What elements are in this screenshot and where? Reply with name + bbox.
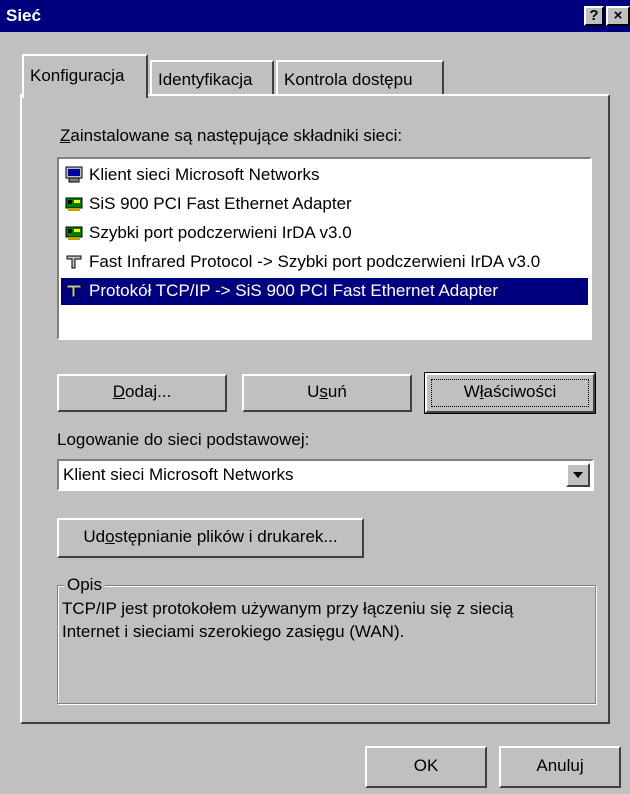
remove-button[interactable]: Usuń <box>242 374 412 412</box>
logon-select-value: Klient sieci Microsoft Networks <box>63 465 294 484</box>
description-line-2: Internet i sieciami szerokiego zasięgu (… <box>62 622 405 641</box>
components-label: Zainstalowane są następujące składniki s… <box>60 126 403 145</box>
network-adapter-icon <box>65 226 83 240</box>
list-item[interactable]: Protokół TCP/IP -> SiS 900 PCI Fast Ethe… <box>61 278 588 305</box>
tab-label: Identyfikacja <box>158 70 253 89</box>
list-item[interactable]: SiS 900 PCI Fast Ethernet Adapter <box>61 191 588 218</box>
description-title: Opis <box>64 575 105 595</box>
cancel-button[interactable]: Anuluj <box>499 746 621 788</box>
list-item-label: Fast Infrared Protocol -> Szybki port po… <box>89 252 541 271</box>
protocol-icon <box>66 255 82 269</box>
tab-konfiguracja[interactable]: Konfiguracja <box>22 54 148 98</box>
add-button[interactable]: Dodaj... <box>57 374 227 412</box>
close-icon: × <box>613 7 623 24</box>
dropdown-button[interactable] <box>566 463 590 487</box>
list-item[interactable]: Szybki port podczerwieni IrDA v3.0 <box>61 220 588 247</box>
protocol-icon <box>66 284 82 298</box>
list-item[interactable]: Fast Infrared Protocol -> Szybki port po… <box>61 249 588 276</box>
tab-kontrola-dostepu[interactable]: Kontrola dostępu <box>276 60 444 96</box>
close-button[interactable]: × <box>606 6 630 26</box>
list-item-label: Szybki port podczerwieni IrDA v3.0 <box>89 223 352 242</box>
help-button[interactable]: ? <box>584 6 604 26</box>
network-dialog: Sieć ? × Konfiguracja Identyfikacja Kont… <box>0 0 630 794</box>
tab-label: Konfiguracja <box>30 66 125 85</box>
title-bar: Sieć ? × <box>0 0 630 32</box>
logon-label: Logowanie do sieci podstawowej: <box>57 430 310 449</box>
list-item-label: SiS 900 PCI Fast Ethernet Adapter <box>89 194 352 213</box>
help-icon: ? <box>589 7 599 24</box>
tab-identyfikacja[interactable]: Identyfikacja <box>150 60 274 96</box>
description-line-1: TCP/IP jest protokołem używanym przy łąc… <box>62 599 514 618</box>
list-item-label: Protokół TCP/IP -> SiS 900 PCI Fast Ethe… <box>89 281 498 300</box>
logon-select[interactable]: Klient sieci Microsoft Networks <box>57 459 594 491</box>
network-client-icon <box>65 166 83 183</box>
file-printer-sharing-button[interactable]: Udostępnianie plików i drukarek... <box>57 518 364 558</box>
tab-label: Kontrola dostępu <box>284 70 413 89</box>
window-title: Sieć <box>6 6 41 25</box>
components-list[interactable]: Klient sieci Microsoft Networks SiS 900 … <box>57 157 592 340</box>
properties-button[interactable]: Właściwości <box>424 372 596 414</box>
list-item-label: Klient sieci Microsoft Networks <box>89 165 320 184</box>
list-item[interactable]: Klient sieci Microsoft Networks <box>61 162 588 189</box>
ok-button[interactable]: OK <box>365 746 487 788</box>
network-adapter-icon <box>65 197 83 211</box>
chevron-down-icon <box>573 472 583 478</box>
